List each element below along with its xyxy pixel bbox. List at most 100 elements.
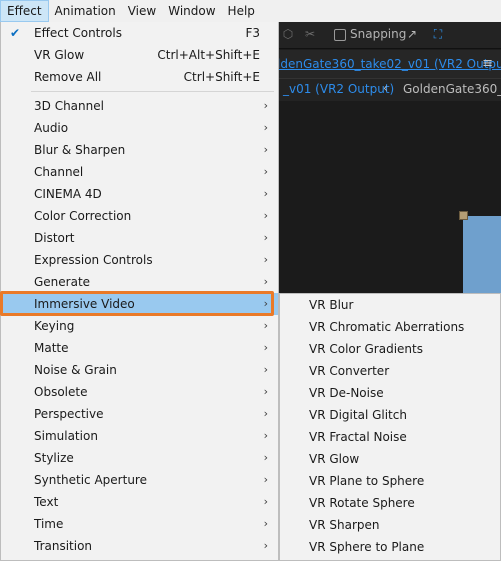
immersive-video-submenu: VR Blur VR Chromatic Aberrations VR Colo… [279,293,501,561]
submenu-item-label: VR Color Gradients [309,342,423,356]
menu-item-label: Matte [34,341,69,355]
menu-item-label: Time [34,517,64,531]
menu-item-label: Perspective [34,407,104,421]
submenu-item-vr-digital-glitch[interactable]: VR Digital Glitch [280,404,500,426]
menu-item-effect-controls[interactable]: ✔ Effect Controls F3 [1,22,278,44]
menu-item-label: Noise & Grain [34,363,117,377]
submenu-item-vr-color-gradients[interactable]: VR Color Gradients [280,338,500,360]
submenu-item-vr-de-noise[interactable]: VR De-Noise [280,382,500,404]
menu-item-transition[interactable]: Transition › [1,535,278,557]
tools-panel: ⬡ ✂ Snapping ↗ ⛶ [275,22,501,49]
submenu-item-vr-blur[interactable]: VR Blur [280,294,500,316]
menu-item-shortcut: Ctrl+Shift+E [183,70,260,84]
chevron-right-icon: › [263,275,268,288]
menu-item-label: Stylize [34,451,74,465]
submenu-item-vr-fractal-noise[interactable]: VR Fractal Noise [280,426,500,448]
menu-item-expression-controls[interactable]: Expression Controls › [1,249,278,271]
chevron-right-icon: › [263,539,268,552]
menu-item-label: Channel [34,165,84,179]
menu-item-label: VR Glow [34,48,85,62]
composition-panel-header: ldenGate360_take02_v01 (VR2 Output) ≡ [275,50,501,79]
tab-vr2-output[interactable]: _v01 (VR2 Output) [283,82,394,96]
snap-features-icon[interactable]: ⛶ [431,27,445,41]
chevron-right-icon: › [263,429,268,442]
chevron-right-icon: › [263,473,268,486]
menu-item-generate[interactable]: Generate › [1,271,278,293]
menu-item-immersive-video[interactable]: Immersive Video › [1,293,278,315]
layer-preview [463,216,501,296]
effect-menu: ✔ Effect Controls F3 VR Glow Ctrl+Alt+Sh… [0,22,279,561]
menu-item-keying[interactable]: Keying › [1,315,278,337]
menu-item-label: Obsolete [34,385,88,399]
menu-item-synthetic-aperture[interactable]: Synthetic Aperture › [1,469,278,491]
chevron-left-icon[interactable]: ‹ [383,81,388,95]
submenu-item-vr-sphere-to-plane[interactable]: VR Sphere to Plane [280,536,500,558]
submenu-item-vr-converter[interactable]: VR Converter [280,360,500,382]
submenu-item-label: VR Converter [309,364,390,378]
snapping-checkbox[interactable] [334,29,346,41]
menu-item-color-correction[interactable]: Color Correction › [1,205,278,227]
orbit-icon[interactable]: ⬡ [281,27,295,41]
menu-item-perspective[interactable]: Perspective › [1,403,278,425]
snap-edges-icon[interactable]: ↗ [405,27,419,41]
menu-item-text[interactable]: Text › [1,491,278,513]
menu-item-shortcut: Ctrl+Alt+Shift+E [157,48,260,62]
tab-goldengate[interactable]: GoldenGate360_tak [403,82,501,96]
submenu-item-vr-glow[interactable]: VR Glow [280,448,500,470]
menu-item-label: Synthetic Aperture [34,473,147,487]
chevron-right-icon: › [263,187,268,200]
chevron-right-icon: › [263,121,268,134]
menu-animation[interactable]: Animation [49,0,122,22]
submenu-item-label: VR De-Noise [309,386,384,400]
menu-item-simulation[interactable]: Simulation › [1,425,278,447]
menu-item-time[interactable]: Time › [1,513,278,535]
submenu-item-label: VR Chromatic Aberrations [309,320,465,334]
chevron-right-icon: › [263,495,268,508]
submenu-item-vr-sharpen[interactable]: VR Sharpen [280,514,500,536]
submenu-item-label: VR Sphere to Plane [309,540,425,554]
checkmark-icon: ✔ [10,26,21,40]
menu-item-3d-channel[interactable]: 3D Channel › [1,95,278,117]
menu-item-obsolete[interactable]: Obsolete › [1,381,278,403]
menu-item-noise-grain[interactable]: Noise & Grain › [1,359,278,381]
menu-window[interactable]: Window [162,0,221,22]
chevron-right-icon: › [263,407,268,420]
menu-item-channel[interactable]: Channel › [1,161,278,183]
submenu-item-label: VR Digital Glitch [309,408,407,422]
menu-item-label: Effect Controls [34,26,122,40]
composition-title[interactable]: ldenGate360_take02_v01 (VR2 Output) [277,57,501,72]
pin-icon[interactable]: ✂ [303,27,317,41]
composition-tabs: _v01 (VR2 Output) ‹ GoldenGate360_tak [275,79,501,101]
snapping-label: Snapping [350,27,407,41]
menu-item-stylize[interactable]: Stylize › [1,447,278,469]
chevron-right-icon: › [263,297,268,310]
menu-item-label: Remove All [34,70,102,84]
submenu-item-vr-rotate-sphere[interactable]: VR Rotate Sphere [280,492,500,514]
submenu-item-vr-plane-to-sphere[interactable]: VR Plane to Sphere [280,470,500,492]
chevron-right-icon: › [263,385,268,398]
layer-handle[interactable] [459,211,468,220]
menu-item-distort[interactable]: Distort › [1,227,278,249]
menu-item-label: Simulation [34,429,98,443]
menu-item-label: Generate [34,275,91,289]
menu-item-cinema-4d[interactable]: CINEMA 4D › [1,183,278,205]
menu-item-blur-sharpen[interactable]: Blur & Sharpen › [1,139,278,161]
menu-effect[interactable]: Effect [0,0,49,22]
menu-item-matte[interactable]: Matte › [1,337,278,359]
menu-item-label: Blur & Sharpen [34,143,126,157]
menu-help[interactable]: Help [222,0,261,22]
menu-view[interactable]: View [122,0,162,22]
menu-item-label: Expression Controls [34,253,153,267]
chevron-right-icon: › [263,231,268,244]
panel-menu-icon[interactable]: ≡ [482,56,493,71]
chevron-right-icon: › [263,253,268,266]
submenu-item-vr-chromatic-aberrations[interactable]: VR Chromatic Aberrations [280,316,500,338]
menu-item-vr-glow[interactable]: VR Glow Ctrl+Alt+Shift+E [1,44,278,66]
menu-item-audio[interactable]: Audio › [1,117,278,139]
menu-item-remove-all[interactable]: Remove All Ctrl+Shift+E [1,66,278,88]
chevron-right-icon: › [263,209,268,222]
menu-item-label: Immersive Video [34,297,135,311]
chevron-right-icon: › [263,143,268,156]
chevron-right-icon: › [263,451,268,464]
submenu-item-label: VR Plane to Sphere [309,474,425,488]
